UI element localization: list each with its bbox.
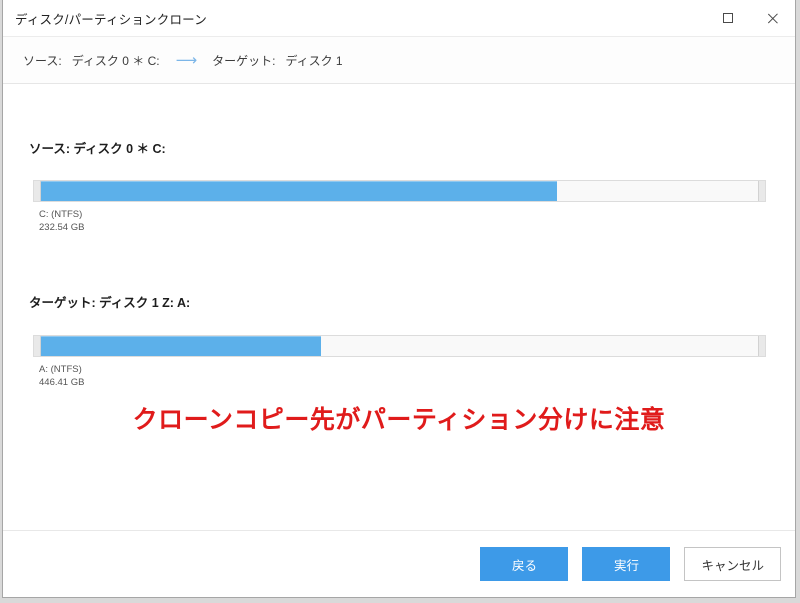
close-icon <box>766 12 779 25</box>
source-bar-right-cap <box>758 181 765 201</box>
dialog-window: ディスク/パーティションクローン ソース: ディスク 0 ＊ C: ⟶ ターゲッ… <box>2 0 796 598</box>
source-partition-label: C: (NTFS) 232.54 GB <box>39 208 84 234</box>
target-bar-track <box>41 336 758 356</box>
cancel-button[interactable]: キャンセル <box>684 547 781 581</box>
content-area: ソース: ディスク 0 ＊ C: C: (NTFS) 232.54 GB ターゲ… <box>3 84 795 530</box>
arrow-right-icon: ⟶ <box>175 51 197 69</box>
breadcrumb-target-value: ディスク 1 <box>285 53 343 68</box>
target-bar-left-cap <box>34 336 41 356</box>
window-title: ディスク/パーティションクローン <box>15 12 207 27</box>
target-partition-size: 446.41 GB <box>39 377 85 388</box>
source-disk-bar[interactable] <box>33 180 766 202</box>
target-heading: ターゲット: ディスク 1 Z: A: <box>29 296 191 310</box>
source-heading: ソース: ディスク 0 ＊ C: <box>29 142 166 156</box>
target-partition-label: A: (NTFS) 446.41 GB <box>39 363 84 389</box>
source-bar-track <box>41 181 758 201</box>
breadcrumb: ソース: ディスク 0 ＊ C: ⟶ ターゲット: ディスク 1 <box>3 37 795 84</box>
back-button[interactable]: 戻る <box>480 547 569 581</box>
target-partition-name: A: (NTFS) <box>39 364 82 375</box>
footer-bar: 戻る 実行 キャンセル <box>3 530 795 597</box>
title-bar: ディスク/パーティションクローン <box>3 0 795 37</box>
source-partition-size: 232.54 GB <box>39 222 85 233</box>
breadcrumb-target-label: ターゲット: <box>212 53 276 68</box>
breadcrumb-source-value: ディスク 0 ＊ C: <box>71 53 160 68</box>
window-controls <box>705 0 795 36</box>
target-disk-bar[interactable] <box>33 335 766 357</box>
maximize-icon <box>722 13 733 23</box>
source-bar-left-cap <box>34 181 41 201</box>
maximize-button[interactable] <box>705 0 750 36</box>
warning-annotation: クローンコピー先がパーティション分けに注意 <box>132 406 666 434</box>
breadcrumb-source-label: ソース: <box>23 53 62 68</box>
target-partition-fill[interactable] <box>41 336 321 356</box>
source-partition-fill[interactable] <box>41 181 558 201</box>
source-partition-name: C: (NTFS) <box>39 209 83 220</box>
target-bar-right-cap <box>758 336 765 356</box>
execute-button[interactable]: 実行 <box>582 547 671 581</box>
close-button[interactable] <box>750 0 795 36</box>
